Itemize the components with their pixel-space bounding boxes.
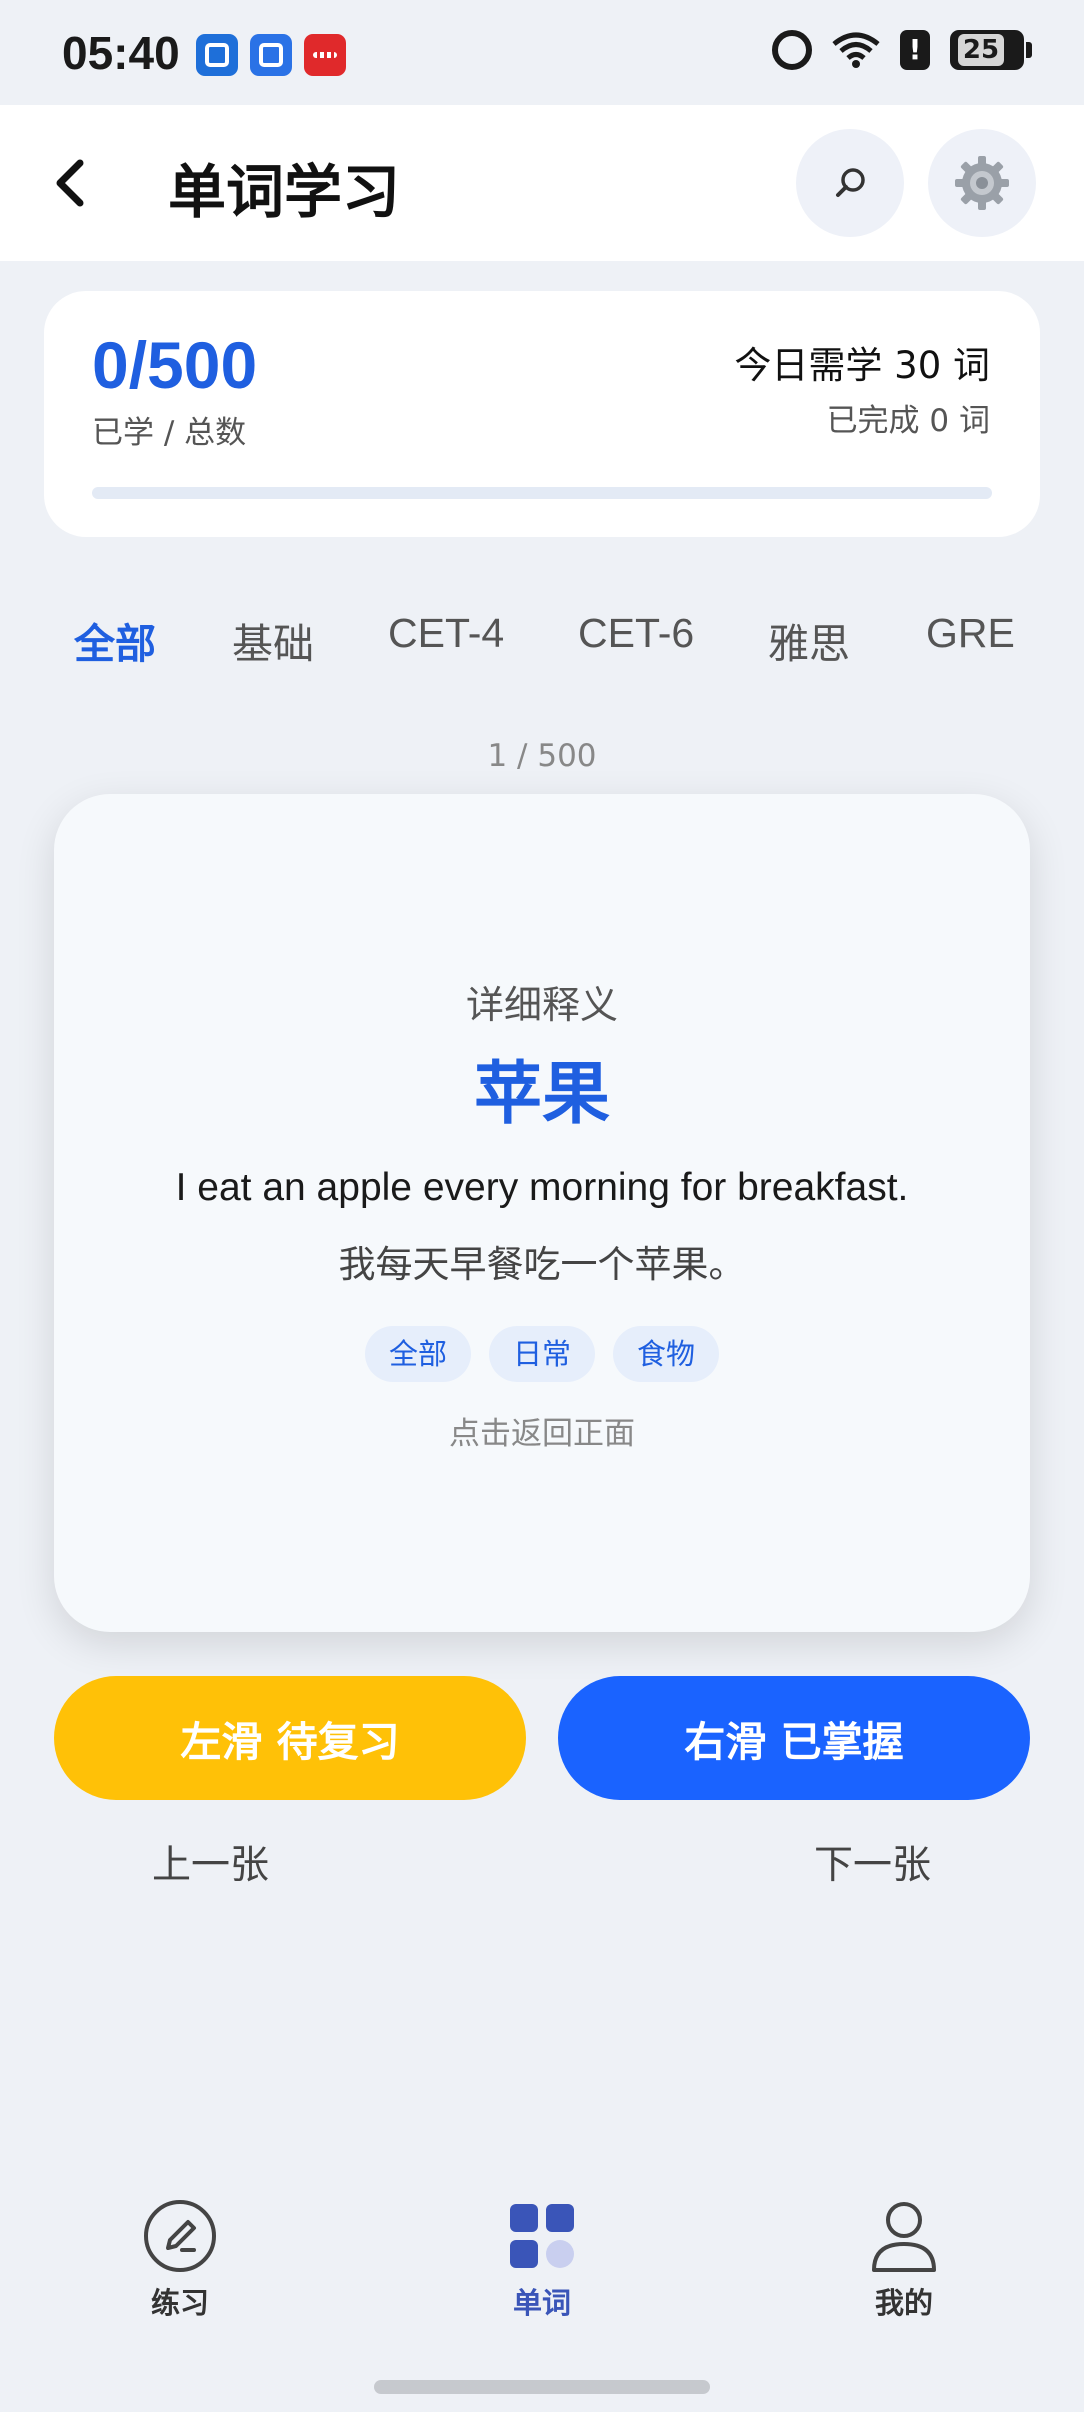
wifi-icon bbox=[832, 32, 880, 68]
nav-label-practice: 练习 bbox=[150, 2286, 209, 2320]
app-badge-blue-icon bbox=[196, 34, 238, 76]
nav-label-mine: 我的 bbox=[874, 2286, 933, 2320]
mastered-button[interactable]: 右滑 已掌握 bbox=[558, 1676, 1030, 1800]
previous-card-link[interactable]: 上一张 bbox=[152, 1834, 269, 1890]
search-icon bbox=[836, 168, 865, 197]
app-badge-blue2-icon bbox=[250, 34, 292, 76]
word-meaning: 苹果 bbox=[473, 1055, 610, 1134]
settings-button[interactable] bbox=[928, 129, 1036, 237]
tag: 全部 bbox=[364, 1326, 471, 1382]
back-button[interactable] bbox=[40, 153, 100, 213]
progress-count: 0/500 bbox=[92, 328, 258, 402]
warning-icon: ! bbox=[900, 30, 930, 70]
tag: 日常 bbox=[488, 1326, 595, 1382]
progress-card: 0/500 已学 / 总数 今日需学 30 词 已完成 0 词 bbox=[44, 291, 1040, 537]
battery-icon: 25 bbox=[950, 30, 1032, 70]
gear-icon bbox=[955, 156, 1009, 210]
nav-item-mine[interactable]: 我的 bbox=[824, 2198, 984, 2322]
home-indicator bbox=[374, 2380, 710, 2394]
word-card[interactable]: 详细释义 苹果 I eat an apple every morning for… bbox=[54, 794, 1030, 1632]
nav-item-words[interactable]: 单词 bbox=[462, 2198, 622, 2322]
category-tabs: 全部 基础 CET-4 CET-6 雅思 GRE bbox=[0, 610, 1084, 670]
today-goal: 今日需学 30 词 bbox=[734, 344, 990, 387]
tab-gre[interactable]: GRE bbox=[926, 610, 1015, 657]
card-index: 1 / 500 bbox=[487, 738, 597, 774]
review-later-button[interactable]: 左滑 待复习 bbox=[54, 1676, 526, 1800]
status-time: 05:40 bbox=[62, 27, 180, 79]
progress-sub-label: 已学 / 总数 bbox=[92, 415, 247, 451]
user-icon bbox=[866, 2198, 942, 2274]
bottom-nav: 练习 单词 我的 bbox=[0, 2180, 1084, 2330]
tab-cet4[interactable]: CET-4 bbox=[388, 610, 504, 657]
search-button[interactable] bbox=[796, 129, 904, 237]
nav-item-practice[interactable]: 练习 bbox=[100, 2198, 260, 2322]
next-card-link[interactable]: 下一张 bbox=[814, 1834, 931, 1890]
nav-label-words: 单词 bbox=[512, 2286, 571, 2320]
battery-level: 25 bbox=[958, 34, 1004, 66]
pencil-circle-icon bbox=[142, 2198, 218, 2274]
tag: 食物 bbox=[613, 1326, 720, 1382]
header: 单词学习 bbox=[0, 105, 1084, 261]
page-title: 单词学习 bbox=[168, 158, 401, 226]
status-icons: ! 25 bbox=[772, 30, 1032, 70]
detail-label: 详细释义 bbox=[465, 983, 618, 1027]
tab-cet6[interactable]: CET-6 bbox=[578, 610, 694, 657]
example-sentence-en: I eat an apple every morning for breakfa… bbox=[175, 1166, 909, 1209]
example-sentence-zh: 我每天早餐吃一个苹果。 bbox=[338, 1243, 746, 1286]
today-done: 已完成 0 词 bbox=[826, 403, 990, 439]
tab-all[interactable]: 全部 bbox=[74, 610, 156, 670]
grid-icon bbox=[504, 2198, 580, 2274]
tab-basic[interactable]: 基础 bbox=[232, 610, 314, 670]
progress-bar bbox=[92, 487, 992, 499]
chevron-left-icon bbox=[56, 159, 84, 207]
tab-ielts[interactable]: 雅思 bbox=[768, 610, 850, 670]
alarm-icon bbox=[772, 30, 812, 70]
flip-hint: 点击返回正面 bbox=[449, 1416, 635, 1452]
app-badge-red-icon bbox=[304, 34, 346, 76]
status-bar: 05:40 ! 25 bbox=[0, 0, 1084, 105]
tag-row: 全部 日常 食物 bbox=[54, 1326, 1030, 1382]
